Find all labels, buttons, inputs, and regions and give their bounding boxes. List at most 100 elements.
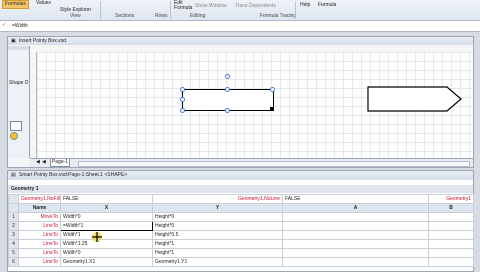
page-tab[interactable]: Page-1: [50, 159, 70, 167]
row-name: MoveTo: [18, 212, 61, 222]
accept-icon[interactable]: ✓: [2, 22, 6, 28]
group-rows: Rows: [155, 13, 168, 19]
cell-y[interactable]: Height*0: [152, 221, 283, 231]
formula-button[interactable]: Formula: [318, 2, 336, 8]
row-number: 5: [8, 248, 19, 258]
row-name: LineTo: [18, 257, 61, 267]
selection-handle[interactable]: [180, 108, 185, 113]
window-titlebar: ▣ Insert Pointy Box.vsd: [8, 37, 473, 45]
cell-b[interactable]: [428, 257, 474, 267]
edit-formula-button[interactable]: Edit Formula: [174, 1, 194, 11]
row-number: 6: [8, 257, 19, 267]
cell-y[interactable]: Height*1: [152, 239, 283, 249]
prev-page-icon[interactable]: ◀: [42, 159, 46, 165]
rotation-handle[interactable]: [225, 74, 230, 79]
row-number: 2: [8, 221, 19, 231]
shape-data-icon[interactable]: [10, 132, 18, 140]
group-editing: Editing: [190, 13, 206, 19]
end-point-handle[interactable]: [270, 107, 274, 111]
geometry-label: Geometry1.NoFill: [18, 194, 61, 204]
stencil-pane[interactable]: Shape D: [8, 46, 30, 158]
cell-a[interactable]: [282, 248, 429, 258]
column-header-row: Name X Y A B: [8, 203, 474, 213]
column-header: Name: [18, 203, 61, 213]
row-name: LineTo: [18, 248, 61, 258]
formula-bar[interactable]: ✓ =Width: [0, 21, 480, 32]
geometry-table: Geometry1.NoFill FALSE Geometry1.NoLine …: [8, 194, 474, 267]
trace-dependents-button[interactable]: Trace Dependents: [235, 3, 276, 9]
cell-a[interactable]: [282, 257, 429, 267]
formula-value[interactable]: =Width: [12, 23, 28, 29]
cell-a[interactable]: [282, 230, 429, 240]
column-header: Y: [152, 203, 283, 213]
geometry-value[interactable]: FALSE: [60, 194, 153, 204]
selection-handle[interactable]: [180, 97, 185, 102]
selection-handle[interactable]: [225, 108, 230, 113]
shapesheet-window: ▤ Smart Pointy Box.vsd:Page-1:Sheet.1 <S…: [7, 170, 474, 272]
geometry-label: Geometry1.NoLine: [152, 194, 283, 204]
table-row: 2 LineTo =Width*1 Height*0: [8, 221, 474, 231]
column-header: A: [282, 203, 429, 213]
row-number: 1: [8, 212, 19, 222]
table-row: 1 MoveTo Width*0 Height*0: [8, 212, 474, 222]
ribbon: Formulas Values Style Explorer View Sect…: [0, 0, 480, 21]
stencil-header: [8, 46, 29, 50]
first-page-icon[interactable]: ◀: [36, 159, 40, 165]
ribbon-separator: [295, 1, 296, 19]
section-header[interactable]: Geometry 1: [8, 185, 473, 193]
tab-values[interactable]: Values: [34, 0, 53, 7]
drawing-canvas[interactable]: [37, 52, 473, 158]
table-row: Geometry1.NoFill FALSE Geometry1.NoLine …: [8, 194, 474, 204]
column-header: B: [428, 203, 474, 213]
ribbon-separator: [170, 1, 171, 19]
shapesheet-title: Smart Pointy Box.vsd:Page-1:Sheet.1 <SHA…: [19, 172, 128, 178]
stencil-shape-icon[interactable]: [10, 121, 22, 131]
cell-y[interactable]: Height*0: [152, 212, 283, 222]
cell-x[interactable]: Width*1.25: [60, 239, 153, 249]
pointy-box-shape[interactable]: [367, 86, 467, 114]
selection-handle[interactable]: [180, 87, 185, 92]
column-header: [8, 203, 19, 213]
cell-y[interactable]: Height*0.5: [152, 230, 283, 240]
tab-formulas[interactable]: Formulas: [2, 0, 29, 9]
selection-handle[interactable]: [270, 87, 275, 92]
cell-a[interactable]: [282, 212, 429, 222]
geometry-label: Geometry1: [428, 194, 474, 204]
cell-x[interactable]: Geometry1.X1: [60, 257, 153, 267]
vertical-ruler: [30, 52, 37, 158]
table-row: 4 LineTo Width*1.25 Height*1: [8, 239, 474, 249]
row-name: LineTo: [18, 230, 61, 240]
cell-y[interactable]: Height*1: [152, 248, 283, 258]
help-button[interactable]: Help: [300, 2, 310, 8]
cell-x-selected[interactable]: =Width*1: [60, 221, 153, 231]
column-header: X: [60, 203, 153, 213]
show-window-button[interactable]: Show Window: [195, 3, 227, 9]
table-row: 5 LineTo Width*0 Height*1: [8, 248, 474, 258]
cell-x[interactable]: Width*0: [60, 248, 153, 258]
horizontal-scrollbar[interactable]: [78, 161, 470, 167]
cell-a[interactable]: [282, 221, 429, 231]
row-number: 3: [8, 230, 19, 240]
cell-b[interactable]: [428, 248, 474, 258]
cell-x[interactable]: Width*0: [60, 212, 153, 222]
cell-b[interactable]: [428, 230, 474, 240]
cell-b[interactable]: [428, 239, 474, 249]
cell-b[interactable]: [428, 221, 474, 231]
window-title: Insert Pointy Box.vsd: [19, 38, 66, 44]
row-name: LineTo: [18, 239, 61, 249]
ribbon-separator: [100, 1, 101, 19]
geometry-value[interactable]: FALSE: [282, 194, 429, 204]
page-tab-bar: ◀ ◀ Page-1: [30, 158, 473, 167]
table-row: 6 LineTo Geometry1.X1 Geometry1.Y1: [8, 257, 474, 267]
shapesheet-icon: ▤: [11, 172, 16, 178]
cell-b[interactable]: [428, 212, 474, 222]
stencil-label: Shape D: [9, 80, 29, 86]
cell-x[interactable]: Width*1: [60, 230, 153, 240]
cell-y[interactable]: Geometry1.Y1: [152, 257, 283, 267]
group-sections: Sections: [115, 13, 135, 19]
cell-a[interactable]: [282, 239, 429, 249]
group-view: View: [70, 13, 81, 19]
selection-handle[interactable]: [225, 87, 230, 92]
cursor-icon: [92, 232, 102, 242]
shapesheet-titlebar: ▤ Smart Pointy Box.vsd:Page-1:Sheet.1 <S…: [8, 171, 473, 180]
